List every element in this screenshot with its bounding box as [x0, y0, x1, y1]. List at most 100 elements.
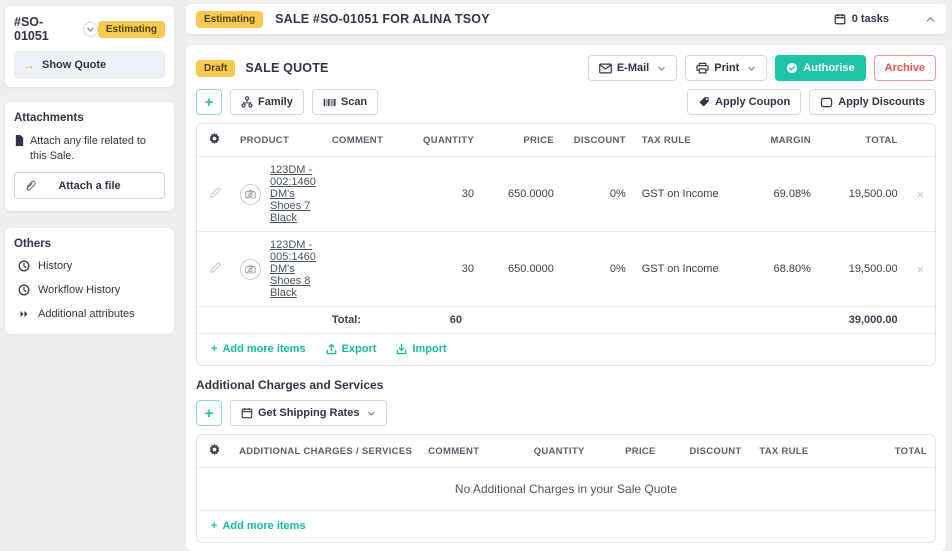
show-quote-link[interactable]: → Show Quote [14, 51, 165, 79]
paperclip-icon [24, 179, 36, 193]
product-comment[interactable] [324, 157, 409, 232]
import-icon [396, 343, 407, 355]
file-icon [14, 134, 25, 147]
edit-pencil-icon[interactable] [209, 262, 221, 274]
add-more-items-link[interactable]: + Add more items [211, 343, 306, 355]
col-tax-rule: TAX RULE [751, 435, 839, 468]
col-quantity: QUANTITY [526, 435, 618, 468]
draft-badge: Draft [196, 60, 235, 77]
barcode-icon [323, 97, 336, 108]
col-price: PRICE [482, 124, 562, 157]
print-label: Print [714, 62, 739, 74]
add-more-items-link[interactable]: + Add more items [211, 520, 306, 532]
product-tax-rule[interactable]: GST on Income [634, 157, 733, 232]
main-panel: Estimating SALE #SO-01051 FOR ALINA TSOY… [180, 0, 952, 423]
order-id: #SO-01051 [14, 15, 78, 43]
sidebar-item-history[interactable]: History [18, 260, 165, 272]
family-label: Family [258, 96, 293, 108]
history-label: History [38, 260, 72, 272]
archive-button[interactable]: Archive [874, 55, 936, 81]
product-link[interactable]: 123DM - 005:1460 DM's Shoes 8 Black [270, 239, 316, 299]
product-quantity[interactable]: 30 [409, 232, 482, 307]
col-comment: COMMENT [324, 124, 409, 157]
family-button[interactable]: Family [230, 89, 304, 115]
additional-attributes-label: Additional attributes [38, 308, 135, 320]
sidebar-item-workflow-history[interactable]: Workflow History [18, 284, 165, 296]
total-amount: 39,000.00 [819, 307, 906, 334]
col-comment: COMMENT [420, 435, 526, 468]
print-button[interactable]: Print [685, 55, 767, 81]
sidebar: #SO-01051 Estimating → Show Quote Attach… [0, 0, 180, 423]
attach-file-button[interactable]: Attach a file [14, 172, 165, 199]
scan-label: Scan [341, 96, 367, 108]
product-link[interactable]: 123DM - 002:1460 DM's Shoes 7 Black [270, 164, 316, 224]
email-button[interactable]: E-Mail [588, 55, 677, 81]
chevron-down-icon [86, 25, 95, 34]
discount-tag-icon [820, 97, 833, 108]
add-product-button[interactable]: + [196, 89, 222, 115]
charges-empty-message: No Additional Charges in your Sale Quote [197, 468, 935, 511]
authorise-button[interactable]: Authorise [775, 55, 865, 81]
col-product: PRODUCT [232, 124, 324, 157]
product-discount[interactable]: 0% [562, 157, 634, 232]
product-total: 19,500.00 [819, 232, 906, 307]
export-icon [326, 343, 337, 355]
get-shipping-rates-label: Get Shipping Rates [258, 407, 359, 419]
product-margin: 68.80% [733, 232, 819, 307]
sale-quote-card: Draft SALE QUOTE E-Mail Print [186, 45, 946, 551]
attach-file-label: Attach a file [58, 180, 120, 192]
products-header-row: PRODUCT COMMENT QUANTITY PRICE DISCOUNT … [197, 124, 935, 157]
product-comment[interactable] [324, 232, 409, 307]
export-link[interactable]: Export [326, 343, 377, 355]
remove-row-icon[interactable]: × [906, 157, 935, 232]
col-total: TOTAL [840, 435, 935, 468]
apply-discounts-label: Apply Discounts [838, 96, 925, 108]
product-total: 19,500.00 [819, 157, 906, 232]
status-badge: Estimating [196, 11, 263, 28]
arrow-right-icon: → [23, 58, 35, 72]
order-dropdown-toggle[interactable] [83, 22, 98, 37]
product-price[interactable]: 650.0000 [482, 157, 562, 232]
tasks-count[interactable]: 0 tasks [852, 13, 889, 25]
product-image-placeholder-icon [240, 259, 261, 280]
show-quote-label: Show Quote [42, 59, 106, 71]
products-total-row: Total: 60 39,000.00 [197, 307, 935, 334]
col-margin: MARGIN [733, 124, 819, 157]
product-discount[interactable]: 0% [562, 232, 634, 307]
clock-icon [18, 260, 30, 272]
chevron-up-icon[interactable] [925, 14, 936, 25]
shipping-icon [241, 407, 253, 419]
product-image-placeholder-icon [240, 184, 261, 205]
scan-button[interactable]: Scan [312, 89, 378, 115]
apply-coupon-button[interactable]: Apply Coupon [687, 89, 801, 115]
check-circle-icon [786, 62, 798, 74]
remove-row-icon[interactable]: × [906, 232, 935, 307]
double-chevron-right-icon [18, 308, 30, 320]
edit-pencil-icon[interactable] [209, 187, 221, 199]
authorise-label: Authorise [803, 62, 854, 74]
archive-label: Archive [885, 62, 925, 74]
chevron-down-icon [747, 64, 756, 73]
charges-header-row: ADDITIONAL CHARGES / SERVICES COMMENT QU… [197, 435, 935, 468]
col-total: TOTAL [819, 124, 906, 157]
total-quantity: 60 [409, 307, 482, 334]
product-quantity[interactable]: 30 [409, 157, 482, 232]
products-footer-row: + Add more items Export [197, 334, 935, 366]
apply-discounts-button[interactable]: Apply Discounts [809, 89, 936, 115]
columns-settings-icon[interactable] [208, 132, 221, 145]
others-title: Others [14, 238, 165, 250]
page-title: SALE #SO-01051 FOR ALINA TSOY [275, 12, 490, 26]
product-price[interactable]: 650.0000 [482, 232, 562, 307]
get-shipping-rates-button[interactable]: Get Shipping Rates [230, 400, 387, 426]
col-discount: DISCOUNT [681, 435, 751, 468]
product-tax-rule[interactable]: GST on Income [634, 232, 733, 307]
email-label: E-Mail [617, 62, 649, 74]
columns-settings-icon[interactable] [208, 443, 221, 456]
add-charge-button[interactable]: + [196, 400, 222, 426]
additional-charges-title: Additional Charges and Services [196, 378, 936, 392]
printer-icon [696, 62, 709, 74]
import-link[interactable]: Import [396, 343, 446, 355]
col-quantity: QUANTITY [409, 124, 482, 157]
sitemap-icon [241, 96, 253, 108]
sidebar-item-additional-attributes[interactable]: Additional attributes [18, 308, 165, 320]
